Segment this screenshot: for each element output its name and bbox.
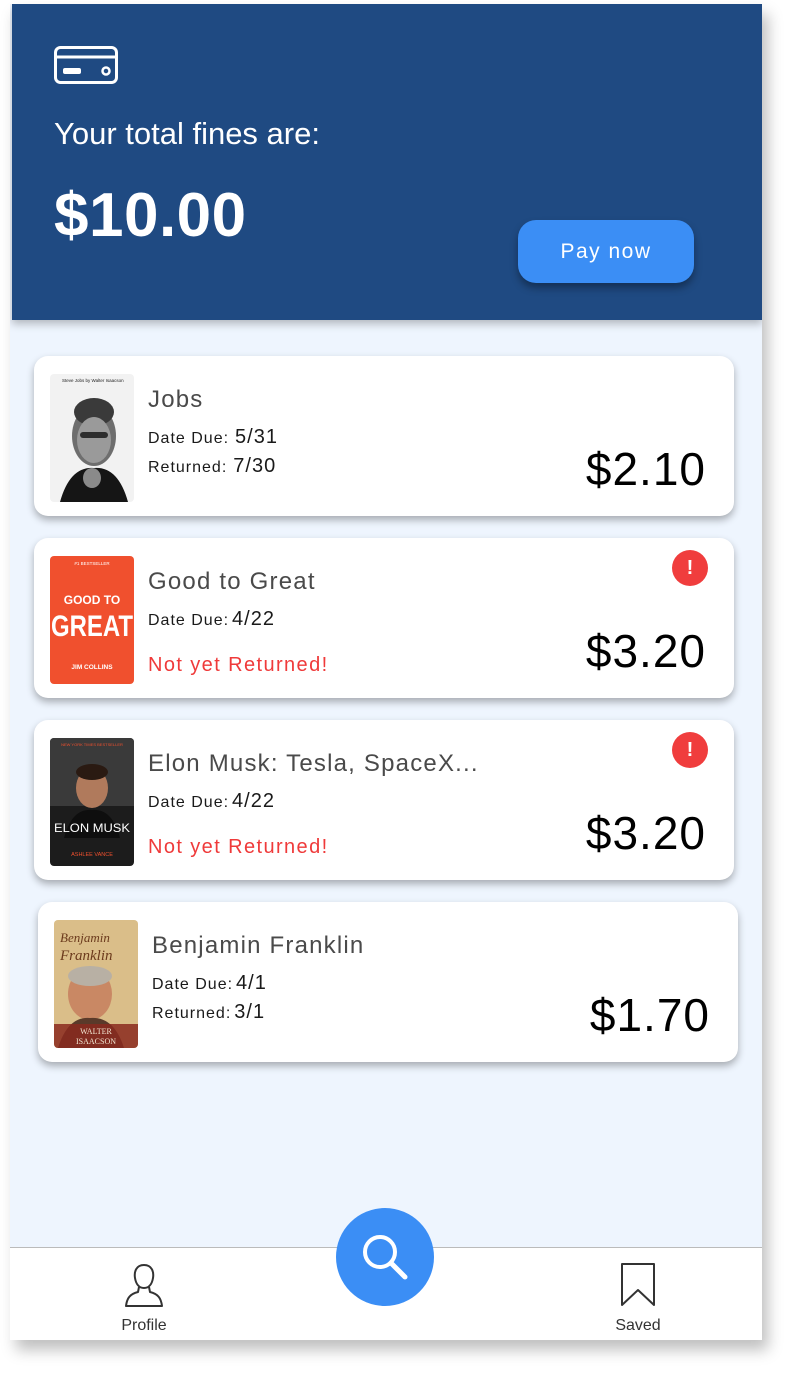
nav-saved[interactable]: Saved — [606, 1262, 670, 1335]
cover-author-top: WALTER — [80, 1027, 112, 1036]
total-fines-amount: $10.00 — [54, 181, 247, 250]
date-due-label: Date Due: — [152, 976, 234, 993]
search-icon — [363, 1235, 408, 1280]
date-due-row: Date Due: 4/22 — [148, 790, 275, 813]
nav-saved-label: Saved — [615, 1317, 661, 1334]
fine-amount: $2.10 — [585, 443, 706, 495]
cover-main: Franklin — [59, 948, 113, 964]
returned-row: Returned: 3/1 — [152, 1001, 265, 1024]
date-due-label: Date Due: — [148, 794, 230, 811]
fine-card-elon-musk[interactable]: NEW YORK TIMES BESTSELLER ELON MUSK ASHL… — [34, 720, 734, 880]
nav-profile[interactable]: Profile — [110, 1262, 178, 1335]
fine-card-jobs[interactable]: Steve Jobs by Walter Isaacson Jobs Date … — [34, 356, 734, 516]
cover-main-top: GOOD TO — [64, 593, 120, 607]
cover-author: ASHLEE VANCE — [71, 852, 113, 858]
not-returned-status: Not yet Returned! — [148, 654, 329, 676]
book-title: Good to Great — [148, 568, 316, 595]
fines-label: Your total fines are: — [54, 116, 320, 151]
bookmark-icon — [621, 1263, 655, 1306]
book-cover-benjamin-franklin: Benjamin Franklin WALTER ISAACSON — [54, 920, 138, 1048]
credit-card-icon — [54, 46, 118, 84]
cover-top-text: #1 BESTSELLER — [74, 561, 110, 566]
cover-main-top: Benjamin — [60, 930, 110, 945]
book-title: Benjamin Franklin — [152, 932, 365, 959]
overdue-alert-icon: ! — [672, 550, 708, 586]
returned-value: 7/30 — [233, 455, 277, 477]
nav-profile-label: Profile — [121, 1317, 167, 1334]
book-cover-jobs: Steve Jobs by Walter Isaacson — [50, 374, 134, 502]
fine-card-good-to-great[interactable]: #1 BESTSELLER GOOD TO GREAT JIM COLLINS … — [34, 538, 734, 698]
date-due-row: Date Due: 4/1 — [152, 972, 267, 995]
fine-card-benjamin-franklin[interactable]: Benjamin Franklin WALTER ISAACSON Benjam… — [38, 902, 738, 1062]
date-due-row: Date Due: 5/31 — [148, 426, 278, 449]
date-due-row: Date Due: 4/22 — [148, 608, 275, 631]
returned-row: Returned: 7/30 — [148, 455, 276, 478]
date-due-label: Date Due: — [148, 612, 230, 629]
cover-author: JIM COLLINS — [71, 664, 113, 671]
returned-label: Returned: — [148, 459, 228, 476]
fine-amount: $1.70 — [589, 989, 710, 1041]
not-returned-status: Not yet Returned! — [148, 836, 329, 858]
date-due-value: 4/1 — [236, 972, 267, 994]
fine-amount: $3.20 — [585, 807, 706, 859]
date-due-value: 5/31 — [235, 426, 278, 448]
book-cover-good-to-great: #1 BESTSELLER GOOD TO GREAT JIM COLLINS — [50, 556, 134, 684]
book-title: Jobs — [148, 386, 204, 413]
app-screen: Your total fines are: $10.00 Pay now Ste… — [10, 4, 762, 1340]
overdue-alert-icon: ! — [672, 732, 708, 768]
book-title: Elon Musk: Tesla, SpaceX... — [148, 750, 479, 777]
pay-now-button[interactable]: Pay now — [518, 220, 694, 283]
date-due-value: 4/22 — [232, 790, 275, 812]
date-due-label: Date Due: — [148, 430, 230, 447]
cover-top-text: NEW YORK TIMES BESTSELLER — [61, 742, 123, 747]
cover-author: ISAACSON — [76, 1037, 116, 1046]
fines-header: Your total fines are: $10.00 Pay now — [12, 4, 762, 320]
cover-top-text: Steve Jobs by Walter Isaacson — [62, 378, 124, 383]
person-icon — [125, 1263, 163, 1307]
returned-value: 3/1 — [234, 1001, 266, 1023]
returned-label: Returned: — [152, 1005, 232, 1022]
search-button[interactable] — [336, 1208, 434, 1306]
cover-main: ELON MUSK — [54, 821, 130, 835]
date-due-value: 4/22 — [232, 608, 275, 630]
cover-main: GREAT — [51, 610, 133, 643]
fine-amount: $3.20 — [585, 625, 706, 677]
book-cover-elon-musk: NEW YORK TIMES BESTSELLER ELON MUSK ASHL… — [50, 738, 134, 866]
